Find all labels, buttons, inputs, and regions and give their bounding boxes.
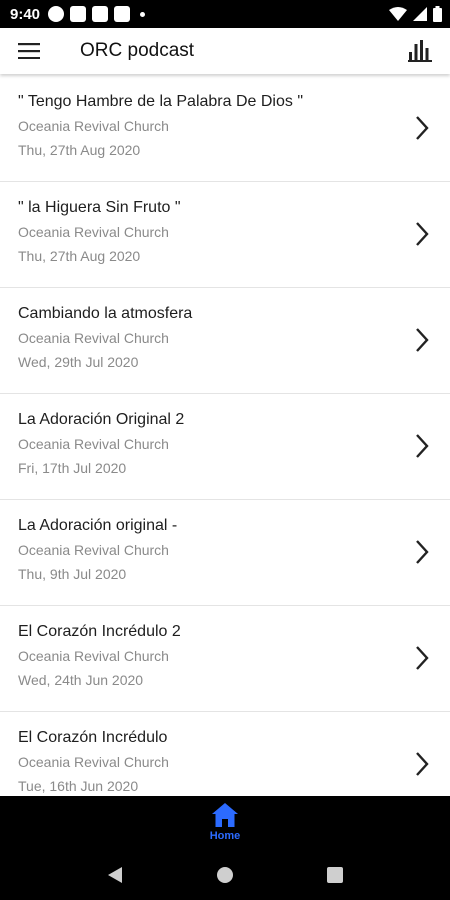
- episode-date: Tue, 16th Jun 2020: [18, 778, 139, 794]
- wifi-icon: [389, 7, 407, 21]
- bottom-navigation: Home: [0, 796, 450, 850]
- list-item[interactable]: " la Higuera Sin Fruto " Oceania Revival…: [0, 182, 450, 288]
- list-item[interactable]: Cambiando la atmosfera Oceania Revival C…: [0, 288, 450, 394]
- square-icon: [92, 6, 109, 22]
- recents-icon: [327, 867, 343, 883]
- list-item[interactable]: " Tengo Hambre de la Palabra De Dios " O…: [0, 76, 450, 182]
- system-home-button[interactable]: [205, 855, 245, 895]
- nav-home-label: Home: [209, 830, 241, 842]
- episode-date: Thu, 27th Aug 2020: [18, 248, 141, 264]
- status-time: 9:40: [10, 5, 41, 23]
- status-right-icons: [389, 6, 442, 22]
- square-icon: [114, 6, 131, 22]
- back-icon: [108, 867, 122, 883]
- dot-icon: [140, 11, 146, 17]
- episode-author: Oceania Revival Church: [18, 436, 169, 452]
- episode-title: " la Higuera Sin Fruto ": [18, 199, 181, 216]
- home-icon: [212, 803, 238, 827]
- chevron-right-icon: [416, 646, 429, 670]
- system-navigation-bar: [0, 850, 450, 900]
- stats-button[interactable]: [398, 28, 442, 74]
- app-bar: ORC podcast: [0, 28, 450, 74]
- episode-author: Oceania Revival Church: [18, 542, 169, 558]
- signal-icon: [413, 7, 427, 21]
- episode-title: El Corazón Incrédulo 2: [18, 623, 181, 640]
- episode-title: La Adoración Original 2: [18, 411, 185, 428]
- list-item[interactable]: La Adoración Original 2 Oceania Revival …: [0, 394, 450, 500]
- bar-chart-icon: [408, 40, 432, 62]
- episode-author: Oceania Revival Church: [18, 754, 169, 770]
- system-recents-button[interactable]: [315, 855, 355, 895]
- chevron-right-icon: [416, 752, 429, 776]
- episode-title: " Tengo Hambre de la Palabra De Dios ": [18, 93, 303, 110]
- square-icon: [70, 6, 87, 22]
- chevron-right-icon: [416, 540, 429, 564]
- nav-home-tab[interactable]: Home: [209, 796, 241, 842]
- episode-author: Oceania Revival Church: [18, 648, 169, 664]
- home-circle-icon: [217, 867, 233, 883]
- chevron-right-icon: [416, 434, 429, 458]
- list-item[interactable]: El Corazón Incrédulo 2 Oceania Revival C…: [0, 606, 450, 712]
- episode-author: Oceania Revival Church: [18, 224, 169, 240]
- battery-icon: [433, 6, 442, 22]
- hamburger-menu-icon: [18, 43, 40, 59]
- episode-date: Wed, 24th Jun 2020: [18, 672, 144, 688]
- episode-list: " Tengo Hambre de la Palabra De Dios " O…: [0, 76, 450, 796]
- episode-title: Cambiando la atmosfera: [18, 305, 193, 322]
- episode-date: Thu, 9th Jul 2020: [18, 566, 127, 582]
- episode-title: La Adoración original -: [18, 517, 178, 534]
- system-back-button[interactable]: [95, 855, 135, 895]
- app-title: ORC podcast: [80, 40, 195, 61]
- list-item[interactable]: El Corazón Incrédulo Oceania Revival Chu…: [0, 712, 450, 796]
- episode-date: Wed, 29th Jul 2020: [18, 354, 139, 370]
- chevron-right-icon: [416, 116, 429, 140]
- list-item[interactable]: La Adoración original - Oceania Revival …: [0, 500, 450, 606]
- status-bar: 9:40: [0, 0, 450, 28]
- episode-date: Fri, 17th Jul 2020: [18, 460, 127, 476]
- episode-date: Thu, 27th Aug 2020: [18, 142, 141, 158]
- chevron-right-icon: [416, 222, 429, 246]
- episode-author: Oceania Revival Church: [18, 118, 169, 134]
- episode-title: El Corazón Incrédulo: [18, 729, 168, 746]
- episode-author: Oceania Revival Church: [18, 330, 169, 346]
- menu-button[interactable]: [0, 28, 58, 74]
- chevron-right-icon: [416, 328, 429, 352]
- notification-icons: [48, 6, 146, 22]
- circle-icon: [48, 6, 65, 22]
